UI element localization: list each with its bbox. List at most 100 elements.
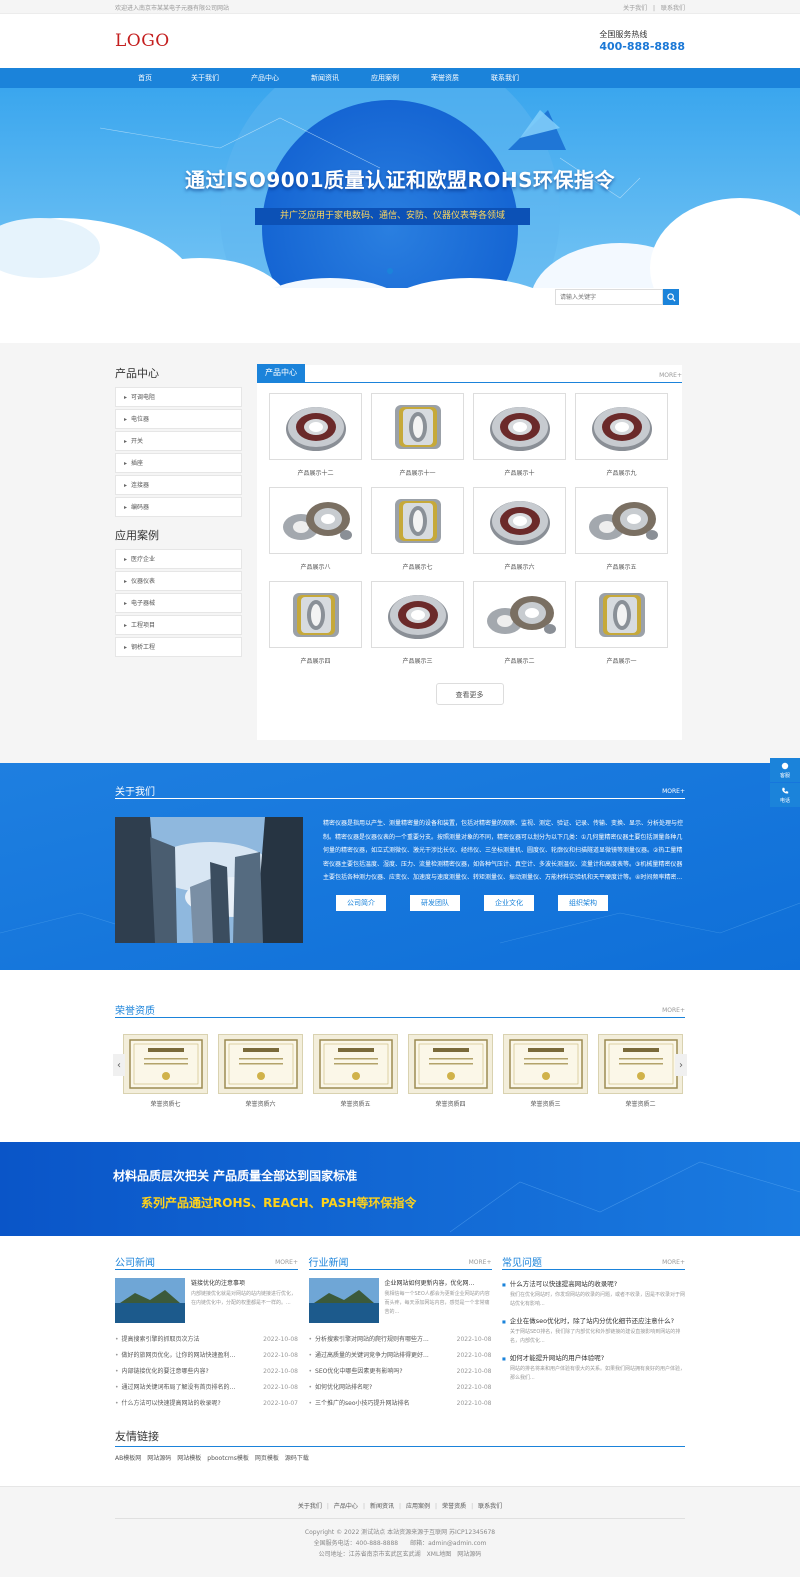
footer-nav-item[interactable]: 关于我们 [298,1503,322,1510]
about-button-culture[interactable]: 企业文化 [484,894,534,911]
product-name[interactable]: 产品展示十二 [269,468,362,477]
honor-card[interactable]: 荣誉资质七 [123,1034,208,1108]
news-item-title[interactable]: 如何优化网站排名呢? [309,1380,372,1396]
certificate-image[interactable] [598,1034,683,1094]
nav-item-products[interactable]: 产品中心 [235,73,295,83]
certificate-image[interactable] [408,1034,493,1094]
product-card[interactable]: 产品展示一 [575,581,668,665]
product-card[interactable]: 产品展示十 [473,393,566,477]
news-item-title[interactable]: 三个推广的seo小技巧提升网站排名 [309,1396,410,1412]
honor-name[interactable]: 荣誉资质六 [218,1099,303,1108]
nav-item-cases[interactable]: 应用案例 [355,73,415,83]
sidebar-item[interactable]: 仪器仪表 [115,571,242,591]
product-image[interactable] [371,487,464,554]
news-list-item[interactable]: 分析搜索引擎对网站的爬行规则有哪些方... 2022-10-08 [309,1332,491,1348]
nav-item-contact[interactable]: 联系我们 [475,73,535,83]
product-card[interactable]: 产品展示二 [473,581,566,665]
product-name[interactable]: 产品展示八 [269,562,362,571]
friend-link[interactable]: 网页模板 [255,1455,279,1462]
product-name[interactable]: 产品展示七 [371,562,464,571]
sidebar-item[interactable]: 医疗企业 [115,549,242,569]
news-list-item[interactable]: 通过网站关键词布局了解没有首页排名的... 2022-10-08 [115,1380,298,1396]
news-item-title[interactable]: 通过网站关键词布局了解没有首页排名的... [115,1380,236,1396]
certificate-image[interactable] [503,1034,588,1094]
about-more-link[interactable]: MORE+ [662,788,685,798]
sidebar-item[interactable]: 编码器 [115,497,242,517]
product-image[interactable] [575,581,668,648]
sidebar-item[interactable]: 连接器 [115,475,242,495]
certificate-image[interactable] [218,1034,303,1094]
footer-nav-item[interactable]: 联系我们 [478,1503,502,1510]
product-image[interactable] [473,581,566,648]
product-name[interactable]: 产品展示二 [473,656,566,665]
top-link-contact[interactable]: 联系我们 [661,5,685,12]
product-card[interactable]: 产品展示五 [575,487,668,571]
sidebar-item[interactable]: 电子器械 [115,593,242,613]
nav-item-about[interactable]: 关于我们 [175,73,235,83]
product-card[interactable]: 产品展示六 [473,487,566,571]
float-phone-button[interactable]: 电话 [770,783,800,807]
product-card[interactable]: 产品展示八 [269,487,362,571]
footer-nav-item[interactable]: 新闻资讯 [370,1503,394,1510]
honor-card[interactable]: 荣誉资质六 [218,1034,303,1108]
carousel-next-button[interactable]: › [675,1054,687,1076]
honor-card[interactable]: 荣誉资质二 [598,1034,683,1108]
honor-card[interactable]: 荣誉资质五 [313,1034,398,1108]
product-name[interactable]: 产品展示三 [371,656,464,665]
news-item-title[interactable]: 做好的旅网页优化，让你的网站快速盈利... [115,1348,236,1364]
news-item-title[interactable]: 提高搜索引擎的抓取页次方法 [115,1332,200,1348]
friend-link[interactable]: AB模板网 [115,1455,141,1462]
news-item-title[interactable]: 什么方法可以快速提高网站的收录呢? [115,1396,221,1412]
friend-link[interactable]: 源码下载 [285,1455,309,1462]
honor-name[interactable]: 荣誉资质五 [313,1099,398,1108]
product-image[interactable] [269,393,362,460]
honor-card[interactable]: 荣誉资质四 [408,1034,493,1108]
faq-more[interactable]: MORE+ [662,1259,685,1269]
certificate-image[interactable] [313,1034,398,1094]
product-card[interactable]: 产品展示九 [575,393,668,477]
products-more-link[interactable]: MORE+ [659,372,682,382]
sidebar-item[interactable]: 可调电阻 [115,387,242,407]
news-list-item[interactable]: 什么方法可以快速提高网站的收录呢? 2022-10-07 [115,1396,298,1412]
news-item-title[interactable]: 内部链接优化的要注意哪些内容? [115,1364,209,1380]
about-button-team[interactable]: 研发团队 [410,894,460,911]
sidebar-item[interactable]: 工程项目 [115,615,242,635]
product-name[interactable]: 产品展示六 [473,562,566,571]
sidebar-item[interactable]: 开关 [115,431,242,451]
honor-name[interactable]: 荣誉资质三 [503,1099,588,1108]
sidebar-item[interactable]: 插座 [115,453,242,473]
float-service-button[interactable]: 客服 [770,758,800,782]
top-link-about[interactable]: 关于我们 [623,5,647,12]
news-feature-title[interactable]: 企业网站如何更新内容，优化网... [385,1278,492,1287]
news-list-item[interactable]: 内部链接优化的要注意哪些内容? 2022-10-08 [115,1364,298,1380]
product-name[interactable]: 产品展示十 [473,468,566,477]
product-image[interactable] [473,393,566,460]
friend-link[interactable]: 网站模板 [177,1455,201,1462]
faq-question[interactable]: 什么方法可以快速提高网站的收录呢? [502,1278,685,1288]
product-name[interactable]: 产品展示一 [575,656,668,665]
footer-nav-item[interactable]: 荣誉资质 [442,1503,466,1510]
product-image[interactable] [371,581,464,648]
product-card[interactable]: 产品展示四 [269,581,362,665]
products-tab[interactable]: 产品中心 [257,364,305,382]
footer-nav-item[interactable]: 产品中心 [334,1503,358,1510]
product-image[interactable] [269,581,362,648]
about-button-profile[interactable]: 公司简介 [336,894,386,911]
nav-item-news[interactable]: 新闻资讯 [295,73,355,83]
product-card[interactable]: 产品展示十一 [371,393,464,477]
certificate-image[interactable] [123,1034,208,1094]
nav-item-honor[interactable]: 荣誉资质 [415,73,475,83]
nav-item-home[interactable]: 首页 [115,73,175,83]
product-image[interactable] [473,487,566,554]
product-name[interactable]: 产品展示九 [575,468,668,477]
company-news-more[interactable]: MORE+ [275,1259,298,1269]
news-list-item[interactable]: SEO优化中哪些因素更有影响吗? 2022-10-08 [309,1364,491,1380]
news-item-title[interactable]: 分析搜索引擎对网站的爬行规则有哪些方... [309,1332,429,1348]
product-image[interactable] [269,487,362,554]
product-name[interactable]: 产品展示十一 [371,468,464,477]
about-button-structure[interactable]: 组织架构 [558,894,608,911]
search-input[interactable] [555,289,663,305]
product-card[interactable]: 产品展示十二 [269,393,362,477]
honor-name[interactable]: 荣誉资质四 [408,1099,493,1108]
footer-nav-item[interactable]: 应用案例 [406,1503,430,1510]
